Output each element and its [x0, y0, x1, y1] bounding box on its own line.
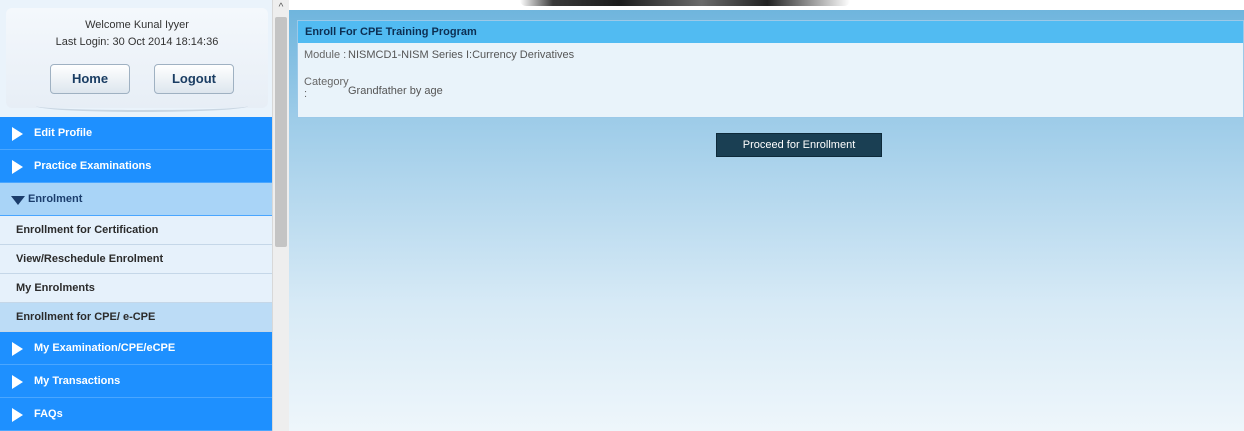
category-label: Category : — [304, 76, 349, 100]
home-button[interactable]: Home — [50, 64, 130, 94]
menu-item-my-transactions[interactable]: My Transactions — [0, 365, 272, 398]
menu-item-practice-examinations[interactable]: Practice Examinations — [0, 150, 272, 183]
menu-item-faqs[interactable]: FAQs — [0, 398, 272, 431]
submenu-item-enrollment-certification[interactable]: Enrollment for Certification — [0, 216, 272, 245]
scroll-up-arrow-icon[interactable]: ^ — [273, 0, 289, 16]
logout-button[interactable]: Logout — [154, 64, 234, 94]
menu-item-label: My Examination/CPE/eCPE — [34, 342, 176, 354]
sidebar: Welcome Kunal Iyyer Last Login: 30 Oct 2… — [0, 0, 272, 431]
welcome-message: Welcome Kunal Iyyer — [85, 19, 189, 31]
menu-item-my-examination[interactable]: My Examination/CPE/eCPE — [0, 332, 272, 365]
welcome-box: Welcome Kunal Iyyer Last Login: 30 Oct 2… — [6, 8, 268, 112]
triangle-right-icon — [12, 160, 23, 174]
welcome-divider — [36, 100, 248, 112]
menu-item-edit-profile[interactable]: Edit Profile — [0, 117, 272, 150]
menu-item-label: FAQs — [34, 408, 63, 420]
main-content: Enroll For CPE Training Program Module :… — [289, 10, 1244, 431]
module-row: Module : NISMCD1-NISM Series I:Currency D… — [304, 49, 574, 61]
module-value: NISMCD1-NISM Series I:Currency Derivativ… — [348, 49, 575, 61]
menu-item-label: Enrolment — [28, 193, 83, 205]
last-login: Last Login: 30 Oct 2014 18:14:36 — [55, 36, 219, 48]
proceed-enrollment-button[interactable]: Proceed for Enrollment — [716, 133, 882, 157]
welcome-text: Welcome Kunal Iyyer Last Login: 30 Oct 2… — [6, 17, 268, 51]
sidebar-menu: Edit Profile Practice Examinations Enrol… — [0, 117, 272, 431]
menu-item-enrolment[interactable]: Enrolment — [0, 183, 272, 216]
triangle-down-icon — [11, 196, 25, 205]
scrollbar-thumb[interactable] — [275, 17, 287, 247]
submenu-item-my-enrolments[interactable]: My Enrolments — [0, 274, 272, 303]
submenu-item-view-reschedule[interactable]: View/Reschedule Enrolment — [0, 245, 272, 274]
triangle-right-icon — [12, 127, 23, 141]
category-row: Category : Grandfather by age — [304, 76, 443, 100]
menu-item-label: My Transactions — [34, 375, 121, 387]
triangle-right-icon — [12, 408, 23, 422]
triangle-right-icon — [12, 342, 23, 356]
top-banner-strip — [290, 0, 1244, 10]
enroll-panel: Enroll For CPE Training Program Module :… — [297, 20, 1244, 118]
submenu-item-enrollment-cpe[interactable]: Enrollment for CPE/ e-CPE — [0, 303, 272, 332]
menu-item-label: Practice Examinations — [34, 160, 152, 172]
sidebar-scrollbar[interactable]: ^ — [272, 0, 289, 431]
menu-item-label: Edit Profile — [34, 127, 93, 139]
category-value: Grandfather by age — [348, 85, 443, 97]
panel-title: Enroll For CPE Training Program — [298, 21, 1243, 43]
triangle-right-icon — [12, 375, 23, 389]
module-label: Module : — [304, 49, 347, 61]
